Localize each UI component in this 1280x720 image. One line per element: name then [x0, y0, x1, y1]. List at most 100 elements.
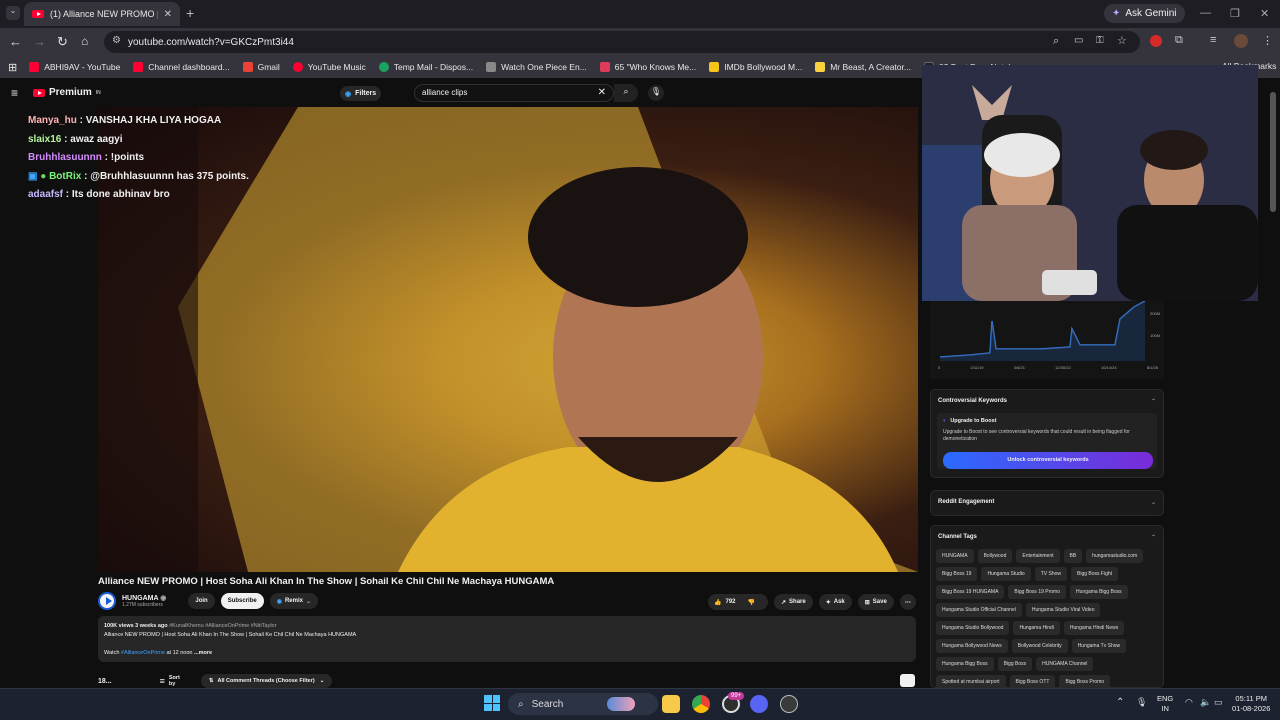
- channel-tag[interactable]: Hungama Hindi: [1013, 621, 1060, 635]
- channel-tag[interactable]: Bigg Boss: [997, 657, 1033, 671]
- password-key-icon[interactable]: ⚿: [1096, 35, 1104, 46]
- profile-avatar[interactable]: [1234, 34, 1248, 48]
- channel-avatar[interactable]: [98, 592, 116, 610]
- site-info-icon[interactable]: ⚙: [112, 35, 121, 46]
- tray-chevron-icon[interactable]: ⌃: [1116, 697, 1124, 708]
- browser-tab[interactable]: (1) Alliance NEW PROMO | Host So ✕: [24, 2, 180, 26]
- more-actions-icon[interactable]: ⋯: [899, 594, 916, 610]
- channel-tag[interactable]: Entertainment: [1016, 549, 1060, 563]
- more-link[interactable]: ...more: [194, 650, 212, 656]
- hamburger-menu-icon[interactable]: ≡: [11, 86, 18, 100]
- channel-tag[interactable]: Bigg Boss 19: [936, 567, 978, 581]
- extensions-puzzle-icon[interactable]: ⧉: [1175, 34, 1183, 47]
- channel-tag[interactable]: TV Show: [1034, 567, 1068, 581]
- chevron-down-icon[interactable]: ⌄: [1151, 499, 1156, 506]
- channel-tag[interactable]: Hungama Studio Official Channel: [936, 603, 1022, 617]
- search-input[interactable]: alliance clips ✕: [414, 84, 614, 102]
- maximize-icon[interactable]: ❐: [1230, 7, 1240, 20]
- new-tab-icon[interactable]: +: [186, 5, 194, 21]
- extension-icon[interactable]: [1150, 35, 1162, 47]
- menu-kebab-icon[interactable]: ⋮: [1262, 34, 1273, 47]
- like-icon[interactable]: 👍: [714, 599, 721, 606]
- channel-tag[interactable]: hungamastudio.com: [1086, 549, 1144, 563]
- ask-gemini-button[interactable]: ✦ Ask Gemini: [1104, 4, 1185, 23]
- taskbar-search[interactable]: ⌕ Search: [508, 693, 658, 715]
- apps-grid-icon[interactable]: ⊞: [8, 61, 17, 74]
- channel-tag[interactable]: Bollywood Celebrity: [1011, 639, 1068, 653]
- channel-tag[interactable]: Hungama Bollywood News: [936, 639, 1008, 653]
- zoom-icon[interactable]: ⌕: [1053, 35, 1059, 48]
- system-clock[interactable]: 05:11 PM 01-08-2026: [1232, 694, 1270, 714]
- filters-button[interactable]: ◉ Filters: [340, 86, 382, 101]
- close-window-icon[interactable]: ✕: [1260, 7, 1269, 20]
- unlock-keywords-button[interactable]: Unlock controversial keywords: [943, 452, 1153, 469]
- file-explorer-icon[interactable]: [662, 695, 680, 713]
- join-button[interactable]: Join: [188, 593, 215, 609]
- home-icon[interactable]: ⌂: [81, 34, 88, 48]
- chrome-icon[interactable]: [692, 695, 710, 713]
- reading-list-icon[interactable]: ≡: [1210, 34, 1216, 46]
- channel-tag[interactable]: Hungama Studio Bollywood: [936, 621, 1010, 635]
- comment-filter-dropdown[interactable]: ⇅ All Comment Threads (Choose Filter) ⌄: [200, 674, 333, 688]
- bookmark-item[interactable]: Gmail: [242, 62, 280, 72]
- channel-tag[interactable]: Hungama Bigg Boss: [1070, 585, 1128, 599]
- chevron-up-icon[interactable]: ⌃: [1151, 534, 1156, 541]
- address-bar[interactable]: ⚙ youtube.com/watch?v=GKCzPmt3i44: [104, 31, 1140, 53]
- bookmark-item[interactable]: YouTube Music: [292, 62, 366, 72]
- channel-tag[interactable]: Bigg Boss Promo: [1059, 675, 1111, 687]
- reddit-engagement-panel[interactable]: Reddit Engagement ⌄: [930, 490, 1164, 516]
- channel-tag[interactable]: Bollywood: [977, 549, 1013, 563]
- channel-tag[interactable]: HUNGAMA Channel: [1036, 657, 1094, 671]
- share-button[interactable]: ↗ Share: [774, 594, 813, 610]
- bookmark-star-icon[interactable]: ☆: [1117, 34, 1127, 47]
- video-description[interactable]: 100K views 3 weeks ago #KunalKhemu #Alli…: [98, 616, 916, 662]
- sort-button[interactable]: ≡ Sort by: [160, 675, 183, 687]
- panel-header[interactable]: Reddit Engagement ⌄: [931, 491, 1163, 514]
- channel-tag[interactable]: Hungama Studio: [981, 567, 1031, 581]
- save-button[interactable]: ⊞ Save: [857, 594, 894, 610]
- panel-header[interactable]: Controversial Keywords ⌃: [931, 390, 1163, 413]
- channel-tag[interactable]: HUNGAMA: [936, 549, 974, 563]
- start-windows-icon[interactable]: [484, 695, 500, 711]
- channel-name[interactable]: HUNGAMA ◉: [122, 594, 166, 602]
- language-indicator[interactable]: ENG IN: [1157, 694, 1173, 714]
- ask-button[interactable]: ✦ Ask: [818, 594, 852, 610]
- bookmark-item[interactable]: ABHI9AV - YouTube: [29, 62, 120, 72]
- user-avatar[interactable]: [900, 674, 915, 687]
- wifi-icon[interactable]: ◠: [1185, 697, 1193, 708]
- bookmark-item[interactable]: IMDb Bollywood M...: [709, 62, 802, 72]
- reload-icon[interactable]: ↻: [57, 34, 68, 50]
- channel-tag[interactable]: Bigg Boss Fight: [1071, 567, 1119, 581]
- remix-button[interactable]: ◉ Remix ⌄: [269, 593, 319, 609]
- channel-tag[interactable]: Hungama Bigg Boss: [936, 657, 994, 671]
- battery-icon[interactable]: ▭: [1214, 697, 1223, 708]
- channel-tag[interactable]: Bigg Boss OTT: [1009, 675, 1056, 687]
- tab-search-icon[interactable]: ⌄: [6, 6, 20, 20]
- back-icon[interactable]: ←: [9, 34, 22, 49]
- channel-tag[interactable]: Bigg Boss 19 Promo: [1008, 585, 1067, 599]
- channel-tag[interactable]: Hungama Hindi News: [1063, 621, 1125, 635]
- bookmark-item[interactable]: Mr Beast, A Creator...: [815, 62, 911, 72]
- channel-tag[interactable]: BB: [1063, 549, 1083, 563]
- minimize-icon[interactable]: —: [1200, 7, 1211, 19]
- microphone-icon[interactable]: 🎙: [648, 85, 664, 101]
- microphone-tray-icon[interactable]: 🎙: [1136, 697, 1147, 708]
- bookmark-item[interactable]: Temp Mail - Dispos...: [378, 62, 473, 72]
- bookmark-item[interactable]: 65 "Who Knows Me...: [599, 62, 696, 72]
- hashtag-link[interactable]: #AllianceOnPrime: [121, 650, 165, 656]
- channel-tag[interactable]: Hungama Studio Viral Video: [1025, 603, 1101, 617]
- bookmark-item[interactable]: Channel dashboard...: [133, 62, 230, 72]
- channel-tag[interactable]: Bigg Boss 19 HUNGAMA: [936, 585, 1005, 599]
- dislike-icon[interactable]: 👎: [748, 599, 755, 606]
- obs-icon[interactable]: [780, 695, 798, 713]
- close-tab-icon[interactable]: ✕: [164, 9, 172, 20]
- volume-icon[interactable]: 🔈: [1200, 697, 1211, 708]
- panel-header[interactable]: Channel Tags ⌃: [931, 526, 1163, 549]
- channel-tag[interactable]: Spotted at mumbai airport: [936, 675, 1006, 687]
- discord-icon[interactable]: [750, 695, 768, 713]
- youtube-premium-logo[interactable]: Premium IN: [33, 87, 101, 98]
- hashtags[interactable]: #KunalKhemu #AllianceOnPrime #NitiTaylor: [169, 623, 276, 629]
- forward-icon[interactable]: →: [33, 34, 46, 49]
- search-icon[interactable]: ⌕: [614, 84, 638, 102]
- clear-search-icon[interactable]: ✕: [598, 88, 606, 98]
